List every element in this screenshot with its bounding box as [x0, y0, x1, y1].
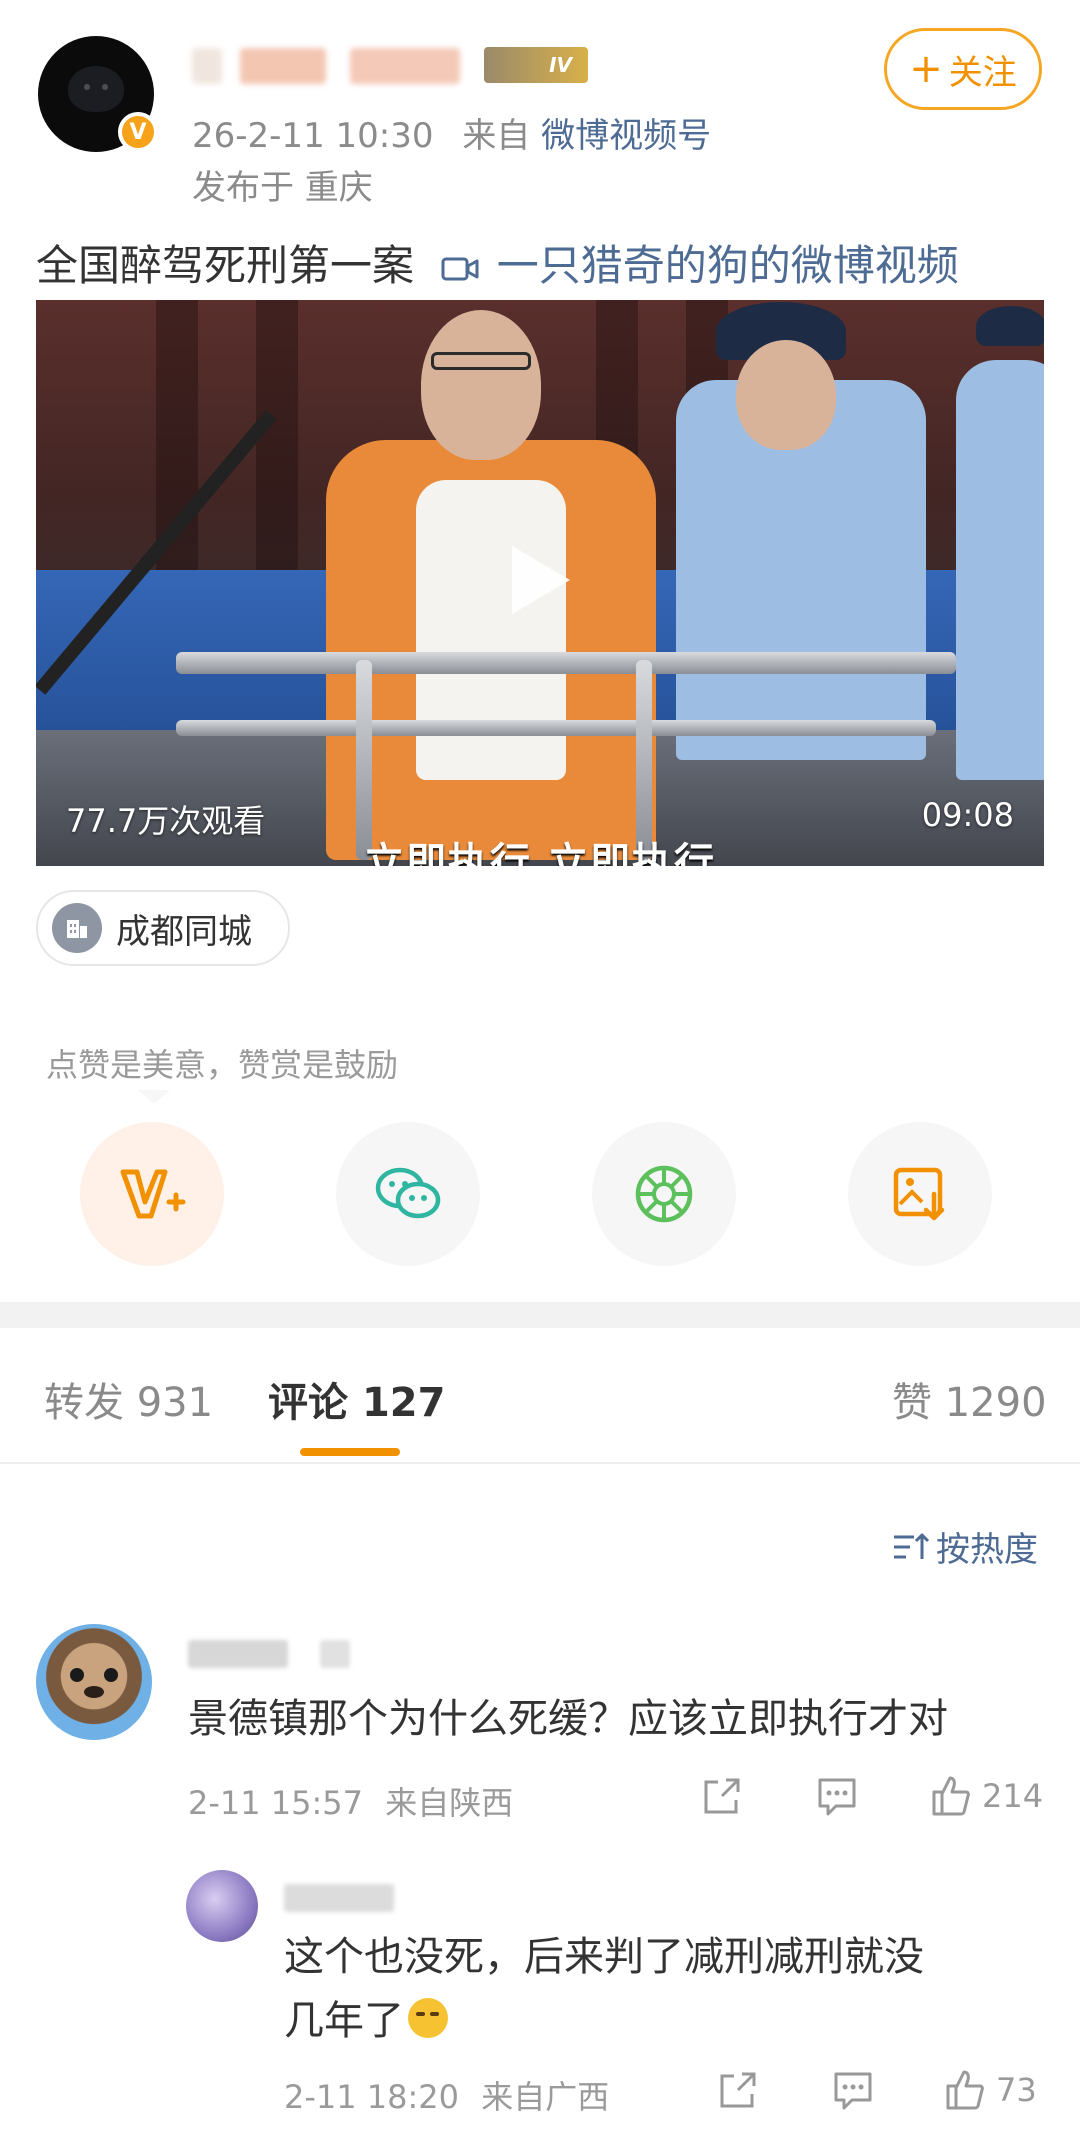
share-icon	[704, 1778, 740, 1814]
tab-repost[interactable]: 转发 931	[44, 1370, 213, 1428]
play-icon[interactable]	[512, 546, 570, 614]
reply-share-button[interactable]	[716, 2068, 760, 2112]
plus-icon: +	[909, 46, 943, 92]
doubtful-face-emoji-icon	[408, 1998, 448, 2038]
commenter-name-blurred[interactable]	[320, 1640, 350, 1668]
commenter-avatar[interactable]	[36, 1624, 152, 1740]
sort-label: 按热度	[936, 1530, 1038, 1570]
reply-avatar[interactable]	[186, 1870, 258, 1942]
comment-like-count: 214	[982, 1777, 1044, 1815]
avatar-eye	[102, 84, 108, 90]
author-name-blurred[interactable]	[192, 48, 222, 84]
published-location: 发布于 重庆	[192, 168, 373, 208]
save-image-button[interactable]	[848, 1122, 992, 1266]
comment-location: 来自陕西	[385, 1784, 514, 1822]
post-meta: 26-2-11 10:30 来自 微博视频号	[192, 108, 711, 157]
active-tab-indicator	[300, 1448, 400, 1456]
wechat-icon	[375, 1167, 441, 1219]
comment-icon	[834, 2072, 872, 2110]
avatar-eye	[104, 1668, 118, 1682]
thumbs-up-icon	[946, 2070, 984, 2110]
video-dock-rail	[176, 720, 936, 736]
comment-share-button[interactable]	[700, 1774, 744, 1818]
video-player[interactable]: 77.7万次观看 09:08 立即执行 立即执行	[36, 300, 1044, 866]
avatar-eye	[84, 84, 90, 90]
reply-text-line1: 这个也没死，后来判了减刑减刑就没	[284, 1934, 924, 1980]
reply-reply-button[interactable]	[830, 2068, 876, 2112]
dog-face-image	[68, 66, 124, 112]
post-title-text: 全国醉驾死刑第一案	[36, 241, 415, 290]
follow-label: 关注	[948, 52, 1017, 93]
reward-v-plus-icon	[120, 1169, 186, 1219]
comment-icon	[818, 1778, 856, 1816]
moments-icon	[635, 1165, 693, 1223]
video-officer	[956, 360, 1044, 780]
video-subtitle: 立即执行 立即执行	[364, 840, 716, 866]
tabs-divider	[0, 1462, 1080, 1464]
building-icon	[52, 903, 102, 953]
author-name-blurred[interactable]	[350, 48, 460, 84]
comment-like-button[interactable]: 214	[928, 1774, 1043, 1818]
share-wechat-button[interactable]	[336, 1122, 480, 1266]
video-duration: 09:08	[921, 796, 1014, 834]
video-dock-rail	[176, 652, 956, 674]
post-source-link[interactable]: 微博视频号	[541, 116, 711, 156]
tab-likes[interactable]: 赞 1290	[892, 1370, 1047, 1428]
reward-button[interactable]	[80, 1122, 224, 1266]
reply-name-blurred[interactable]	[284, 1884, 394, 1912]
location-chip[interactable]: 成都同城	[36, 890, 290, 966]
location-chip-label: 成都同城	[116, 911, 252, 952]
reply-location: 来自广西	[481, 2078, 610, 2116]
share-moments-button[interactable]	[592, 1122, 736, 1266]
save-image-icon	[893, 1167, 945, 1221]
reward-tip: 点赞是美意，赞赏是鼓励	[46, 1046, 399, 1084]
avatar-nose	[84, 1686, 104, 1698]
video-link-icon	[441, 257, 479, 281]
tab-comments[interactable]: 评论 127	[268, 1370, 445, 1428]
comment-meta: 2-11 15:57 来自陕西	[188, 1778, 513, 1824]
reply-like-button[interactable]: 73	[942, 2068, 1037, 2112]
follow-button[interactable]: + 关注	[884, 28, 1042, 110]
video-officer-cap	[976, 306, 1044, 346]
sort-toggle[interactable]: 按热度	[892, 1522, 1038, 1571]
video-defendant-head	[421, 310, 541, 460]
avatar-eye	[70, 1668, 84, 1682]
reply-meta: 2-11 18:20 来自广西	[284, 2072, 609, 2118]
video-officer-head	[736, 340, 836, 450]
share-icon	[720, 2072, 756, 2108]
comment-time: 2-11 15:57	[188, 1784, 364, 1822]
sort-icon	[894, 1533, 930, 1559]
video-defendant-glasses	[431, 352, 531, 370]
commenter-name-blurred[interactable]	[188, 1640, 288, 1668]
reply-time: 2-11 18:20	[284, 2078, 460, 2116]
post-title: 全国醉驾死刑第一案 一只猎奇的狗的微博视频	[36, 232, 959, 293]
comment-text: 景德镇那个为什么死缓？应该立即执行才对	[188, 1696, 948, 1742]
post-date: 26-2-11 10:30	[192, 116, 434, 156]
video-title-link[interactable]: 一只猎奇的狗的微博视频	[497, 241, 959, 290]
reward-tip-arrow	[138, 1090, 170, 1104]
thumbs-up-icon	[932, 1776, 970, 1816]
comment-reply-button[interactable]	[814, 1774, 860, 1818]
source-prefix: 来自	[462, 116, 531, 156]
level-badge: IV	[484, 47, 588, 83]
verified-v-icon: V	[118, 112, 158, 152]
author-name-blurred[interactable]	[240, 48, 326, 84]
reply-text-line2: 几年了	[284, 1988, 448, 2046]
reply-like-count: 73	[996, 2071, 1037, 2109]
section-divider	[0, 1302, 1080, 1328]
